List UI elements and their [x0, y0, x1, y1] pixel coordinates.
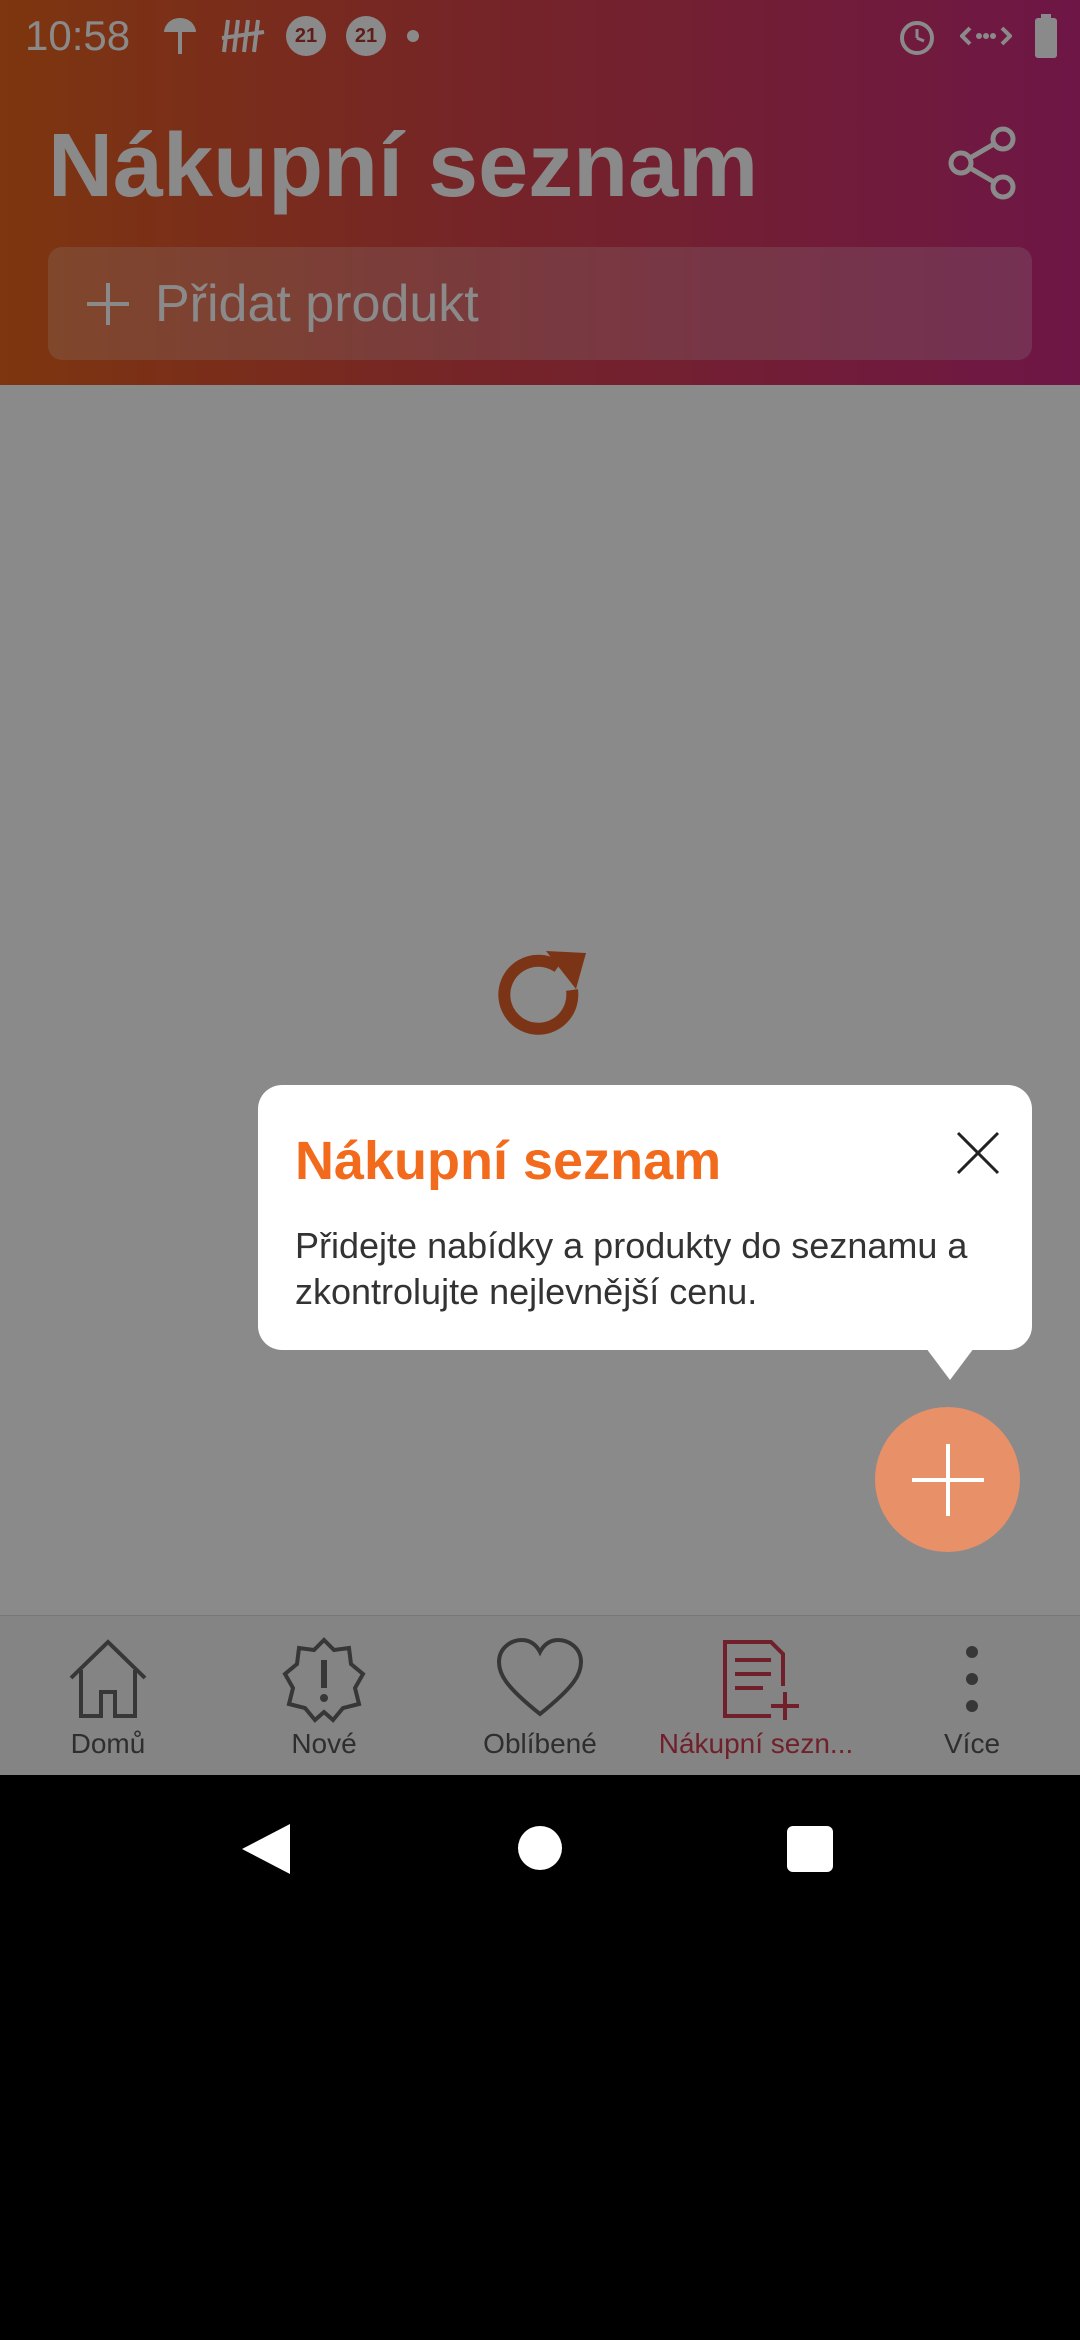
close-icon: [956, 1131, 1000, 1175]
add-fab-button[interactable]: [875, 1407, 1020, 1552]
tooltip-close-button[interactable]: [948, 1123, 1008, 1183]
recents-button[interactable]: [787, 1826, 833, 1872]
plus-icon: [911, 1443, 984, 1516]
back-icon[interactable]: [240, 1822, 292, 1876]
onboarding-tooltip: Nákupní seznam Přidejte nabídky a produk…: [258, 1085, 1032, 1350]
tooltip-arrow: [920, 1340, 980, 1380]
tooltip-title: Nákupní seznam: [295, 1131, 722, 1191]
home-button[interactable]: [518, 1826, 562, 1870]
tooltip-text: Přidejte nabídky a produkty do seznamu a…: [295, 1225, 968, 1312]
screen-bottom: [0, 1920, 1080, 2340]
